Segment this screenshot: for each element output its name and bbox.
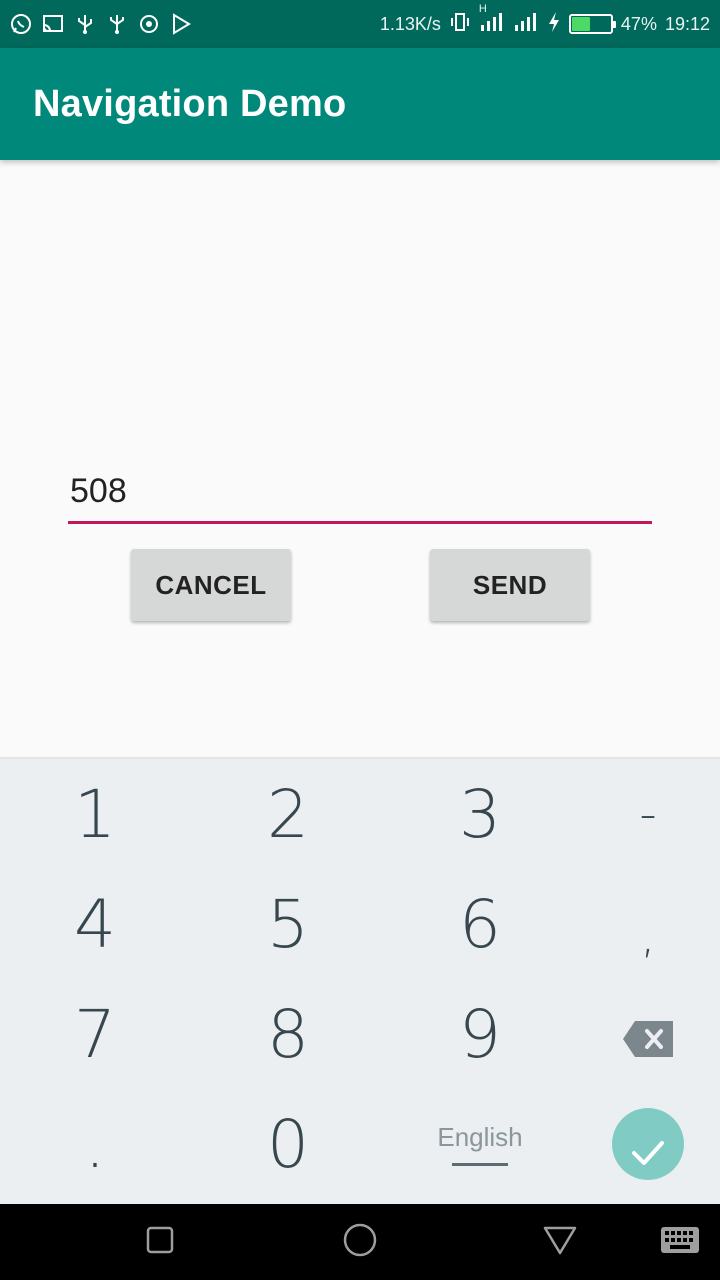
battery-icon [568,14,616,34]
network-speed: 1.13K/s [379,13,441,34]
status-bar: 1.13K/s H 47% 19:12 [0,0,720,48]
battery-percent: 47% [620,13,657,34]
key-9[interactable]: 9 [390,979,570,1089]
network-type-label: H [478,2,487,15]
number-input[interactable]: 508 [68,466,652,524]
number-input-value: 508 [70,472,127,510]
key-0[interactable]: 0 [198,1089,378,1199]
input-underline [68,521,652,524]
keyboard-switch-button[interactable] [640,1204,720,1280]
vibrate-icon [449,11,471,38]
signal-icon: H [479,3,505,38]
done-key[interactable] [558,1089,720,1199]
numeric-keyboard: 1 2 3 - 4 5 6 , 7 8 9 . 0 English [0,757,720,1204]
app-title: Navigation Demo [33,82,347,125]
signal-icon [513,11,539,38]
cancel-button[interactable]: CANCEL [131,549,291,621]
navigation-bar [0,1204,720,1280]
language-underline [452,1163,508,1166]
check-icon [630,1106,666,1183]
key-6[interactable]: 6 [390,869,570,979]
battery-level-fill [571,17,590,31]
key-minus[interactable]: - [558,759,720,869]
recent-apps-button[interactable] [120,1204,200,1280]
usb-icon [106,13,128,35]
status-notification-icons [10,13,192,35]
key-3[interactable]: 3 [390,759,570,869]
usb-icon [74,13,96,35]
send-button[interactable]: SEND [430,549,590,621]
home-button[interactable] [320,1204,400,1280]
key-comma[interactable]: , [558,881,720,991]
keyboard-icon [660,1226,700,1259]
app-bar: Navigation Demo [0,48,720,160]
backspace-key[interactable] [558,979,720,1089]
clock: 19:12 [664,13,710,34]
sync-icon [138,13,160,35]
key-4[interactable]: 4 [5,869,185,979]
language-label: English [437,1122,523,1152]
recent-apps-icon [146,1226,174,1259]
done-button-circle [612,1108,684,1180]
key-5[interactable]: 5 [198,869,378,979]
backspace-icon [623,996,673,1073]
key-7[interactable]: 7 [5,979,185,1089]
whatsapp-icon [10,13,32,35]
home-icon [343,1223,377,1262]
back-icon [543,1225,577,1260]
charging-icon [547,11,561,38]
key-period[interactable]: . [5,1089,185,1199]
status-system-info: 1.13K/s H 47% 19:12 [379,3,710,38]
key-8[interactable]: 8 [198,979,378,1089]
cast-icon [42,13,64,35]
back-button[interactable] [520,1204,600,1280]
play-store-icon [170,13,192,35]
language-switch-key[interactable]: English [390,1089,570,1199]
key-1[interactable]: 1 [5,759,185,869]
key-2[interactable]: 2 [198,759,378,869]
